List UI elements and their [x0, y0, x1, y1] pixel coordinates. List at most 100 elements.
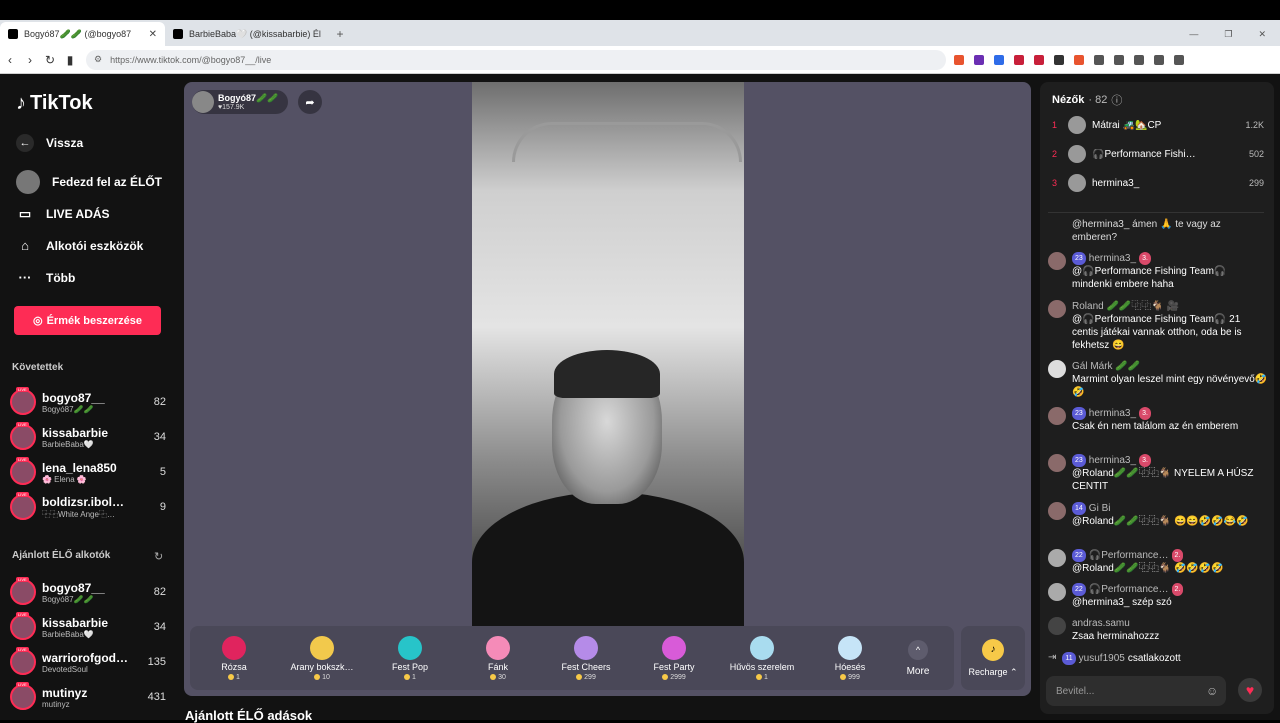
- following-account[interactable]: LIVE bogyo87__ Bogyó87🥒🥒 82: [10, 386, 166, 418]
- message-user[interactable]: andras.samu: [1072, 617, 1268, 630]
- top-viewer[interactable]: 1 Mátrai 🚜🏡CP 1.2K: [1052, 116, 1264, 134]
- message-user[interactable]: 22 🎧Performance… 2.: [1072, 549, 1268, 562]
- get-coins-label: Érmék beszerzése: [46, 314, 142, 327]
- suggested-account[interactable]: LIVE warriorofgod… DevotedSoul 135: [10, 646, 166, 678]
- info-icon[interactable]: ⓘ: [1111, 92, 1122, 108]
- extension-icon[interactable]: [1034, 54, 1044, 65]
- brave-shield-icon[interactable]: [954, 54, 964, 65]
- gift-item[interactable]: Fest Pop 1: [366, 635, 454, 681]
- back-icon[interactable]: ‹: [0, 53, 20, 67]
- message-user[interactable]: 14 Gi Bi: [1072, 502, 1268, 515]
- following-account[interactable]: LIVE boldizsr.ibol… ⿻⿻White Ange⿻… 9: [10, 491, 166, 523]
- gift-item[interactable]: Fánk 30: [454, 635, 542, 681]
- menu-icon[interactable]: [1174, 54, 1184, 65]
- refresh-icon[interactable]: ↻: [154, 550, 163, 563]
- message-user[interactable]: 23 hermina3_ 3.: [1072, 454, 1268, 467]
- site-settings-icon[interactable]: ⚙: [94, 54, 102, 65]
- extension-icon[interactable]: [1094, 54, 1104, 65]
- share-button[interactable]: ➦: [298, 90, 322, 114]
- message-user[interactable]: Gál Márk 🥒🥒: [1072, 360, 1268, 373]
- ellipsis-icon: ···: [18, 270, 32, 285]
- gift-item[interactable]: Hűvös szerelem 1: [718, 635, 806, 681]
- gift-price-value: 1: [764, 673, 768, 681]
- username: hermina3_: [1088, 253, 1137, 264]
- gift-price: 10: [314, 674, 330, 681]
- gift-item[interactable]: Arany bokszk… 10: [278, 635, 366, 681]
- message-user[interactable]: Roland 🥒🥒⿻⿻🐐 🎥: [1072, 300, 1268, 313]
- translate-icon[interactable]: [994, 54, 1004, 65]
- nav-live[interactable]: ▭ LIVE ADÁS: [16, 206, 110, 222]
- gift-donut-icon: [486, 635, 510, 660]
- message-body: 14 Gi Bi @Roland🥒🥒⿻⿻🐐 😄😄🤣🤣😂🤣: [1072, 502, 1268, 528]
- message-user[interactable]: 11 yusuf1905 csatlakozott: [1062, 652, 1268, 665]
- message-user[interactable]: 23 hermina3_ 3.: [1072, 252, 1268, 265]
- suggested-account[interactable]: LIVE kissabarbie BarbieBaba🤍 34: [10, 611, 166, 643]
- tab-title: BarbieBaba🤍 (@kissabarbie) Él…: [189, 28, 322, 39]
- recharge-button[interactable]: ♪ Recharge ⌃: [961, 626, 1025, 690]
- avatar[interactable]: [1048, 549, 1066, 567]
- avatar[interactable]: [1048, 583, 1066, 601]
- viewer-count: 5: [159, 466, 166, 478]
- extension-icon[interactable]: [1074, 54, 1084, 65]
- message-user[interactable]: 22 🎧Performance… 2.: [1072, 583, 1268, 596]
- bookmark-icon[interactable]: ▮: [60, 53, 80, 67]
- browser-tab[interactable]: BarbieBaba🤍 (@kissabarbie) Él…: [165, 22, 330, 46]
- reload-icon[interactable]: ↻: [40, 53, 60, 67]
- minimize-icon[interactable]: —: [1189, 29, 1198, 39]
- following-account[interactable]: LIVE lena_lena850 🌸 Elena 🌸 5: [10, 456, 166, 488]
- nav-back[interactable]: ← Vissza: [16, 134, 83, 152]
- avatar[interactable]: [1048, 454, 1066, 472]
- os-top-strip: [0, 0, 1280, 20]
- like-button[interactable]: ♥: [1238, 678, 1262, 702]
- top-viewer[interactable]: 2 🎧Performance Fishi… 502: [1052, 145, 1264, 163]
- extension-icon[interactable]: [1054, 54, 1064, 65]
- viewer-score: 1.2K: [1245, 120, 1264, 130]
- message-user[interactable]: 23 hermina3_ 3.: [1072, 407, 1268, 420]
- new-tab-button[interactable]: +: [330, 22, 350, 46]
- chat-input[interactable]: Bevitel...: [1046, 676, 1226, 706]
- nav-explore-live[interactable]: Fedezd fel az ÉLŐT: [16, 170, 162, 194]
- rewards-icon[interactable]: [974, 54, 984, 65]
- more-gifts-button[interactable]: ^ More: [894, 639, 942, 677]
- url-field[interactable]: ⚙ https://www.tiktok.com/@bogyo87__/live: [86, 49, 946, 70]
- tiktok-logo[interactable]: ♪ TikTok: [16, 92, 93, 115]
- live-video[interactable]: [472, 82, 744, 632]
- sidebar-icon[interactable]: [1134, 54, 1144, 65]
- avatar[interactable]: [1048, 300, 1066, 318]
- close-window-icon[interactable]: ✕: [1258, 29, 1266, 40]
- extension-icon[interactable]: [1014, 54, 1024, 65]
- forward-icon[interactable]: ›: [20, 53, 40, 67]
- viewer-count: 9: [159, 501, 166, 513]
- avatar[interactable]: [1048, 360, 1066, 378]
- level-badge: 11: [1062, 652, 1076, 665]
- emoji-icon[interactable]: ☺: [1206, 684, 1218, 698]
- avatar[interactable]: [1048, 252, 1066, 270]
- gift-item[interactable]: Hóesés 999: [806, 635, 894, 681]
- gift-item[interactable]: Fest Party 2999: [630, 635, 718, 681]
- top-viewer[interactable]: 3 hermina3_ 299: [1052, 174, 1264, 192]
- viewers-header[interactable]: Nézők · 82 ⓘ: [1052, 92, 1122, 108]
- level-badge: 23: [1072, 252, 1086, 265]
- host-info[interactable]: Bogyó87🥒🥒 ♥157.9K: [192, 90, 289, 114]
- browser-tab-active[interactable]: Bogyó87🥒🥒 (@bogyo87 ✕: [0, 22, 165, 46]
- following-account[interactable]: LIVE kissabarbie BarbieBaba🤍 34: [10, 421, 166, 453]
- avatar: LIVE: [10, 612, 36, 640]
- account-names: bogyo87__ Bogyó87🥒🥒: [42, 391, 148, 414]
- suggested-account[interactable]: LIVE bogyo87__ Bogyó87🥒🥒 82: [10, 576, 166, 608]
- level-badge: 14: [1072, 502, 1086, 515]
- restore-icon[interactable]: ❐: [1224, 29, 1232, 40]
- avatar[interactable]: [1048, 617, 1066, 635]
- gift-item[interactable]: Rózsa 1: [190, 635, 278, 681]
- wallet-icon[interactable]: [1154, 54, 1164, 65]
- account-names: bogyo87__ Bogyó87🥒🥒: [42, 581, 148, 604]
- gift-item[interactable]: Fest Cheers 299: [542, 635, 630, 681]
- message-text: Marmint olyan leszel mint egy növényevő🤣…: [1072, 374, 1268, 398]
- nav-creator-tools[interactable]: ⌂ Alkotói eszközök: [16, 238, 143, 253]
- nav-more[interactable]: ··· Több: [16, 270, 76, 285]
- avatar[interactable]: [1048, 502, 1066, 520]
- get-coins-button[interactable]: ◎ Érmék beszerzése: [14, 306, 161, 335]
- suggested-account[interactable]: LIVE mutinyz mutinyz 431: [10, 681, 166, 713]
- avatar[interactable]: [1048, 407, 1066, 425]
- music-icon[interactable]: [1114, 54, 1124, 65]
- close-tab-icon[interactable]: ✕: [149, 29, 157, 40]
